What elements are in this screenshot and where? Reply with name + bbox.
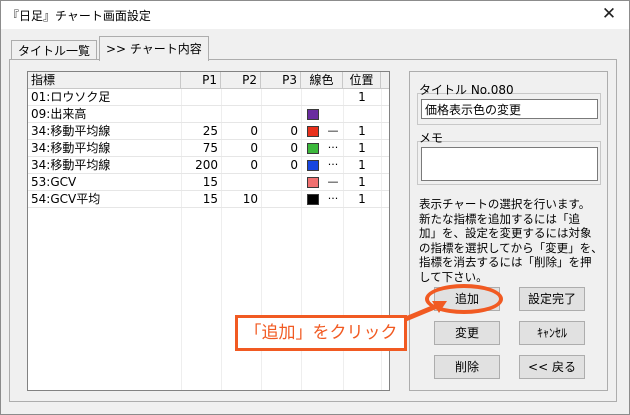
line-style: ··· bbox=[327, 141, 339, 154]
line-style: — bbox=[327, 175, 339, 188]
cell-pos: 1 bbox=[358, 192, 366, 206]
header-indicator[interactable]: 指標 bbox=[28, 72, 181, 89]
cell-p2: 0 bbox=[250, 124, 258, 138]
back-button[interactable]: << 戻る bbox=[519, 355, 585, 379]
list-row[interactable]: 34:移動平均線 75 0 0 1 ··· bbox=[28, 140, 389, 157]
cell-p1 bbox=[181, 106, 218, 123]
cell-p3: 0 bbox=[290, 158, 298, 172]
cell-name: 53:GCV bbox=[31, 175, 77, 189]
tab-chart-content[interactable]: >> チャート内容 bbox=[99, 36, 209, 61]
cell-name: 34:移動平均線 bbox=[31, 124, 111, 138]
cell-p3 bbox=[261, 191, 298, 208]
cell-p1 bbox=[181, 89, 218, 106]
header-position[interactable]: 位置 bbox=[343, 72, 381, 89]
cell-p2 bbox=[221, 106, 258, 123]
memo-label: メモ bbox=[419, 131, 444, 145]
cell-p2: 0 bbox=[250, 141, 258, 155]
tab-title-list[interactable]: タイトル一覧 bbox=[11, 40, 98, 59]
list-row[interactable]: 34:移動平均線 200 0 0 1 ··· bbox=[28, 157, 389, 174]
cell-pos: 1 bbox=[358, 124, 366, 138]
cell-name: 34:移動平均線 bbox=[31, 158, 111, 172]
cell-pos: 1 bbox=[358, 90, 366, 104]
cell-p1: 200 bbox=[195, 158, 218, 172]
list-row[interactable]: 53:GCV 15 1 — bbox=[28, 174, 389, 191]
cell-pos bbox=[343, 106, 381, 123]
annotation-callout: 「追加」をクリック bbox=[235, 315, 407, 351]
change-button[interactable]: 変更 bbox=[434, 321, 500, 345]
header-p1[interactable]: P1 bbox=[181, 72, 221, 89]
line-style: ··· bbox=[327, 158, 339, 171]
color-swatch bbox=[307, 177, 319, 188]
header-p2[interactable]: P2 bbox=[221, 72, 261, 89]
cell-p2 bbox=[221, 174, 258, 191]
list-row[interactable]: 34:移動平均線 25 0 0 1 — bbox=[28, 123, 389, 140]
list-row[interactable]: 54:GCV平均 15 10 1 ··· bbox=[28, 191, 389, 208]
color-swatch bbox=[307, 160, 319, 171]
line-style: ··· bbox=[327, 192, 339, 205]
color-swatch bbox=[307, 109, 319, 120]
cell-pos: 1 bbox=[358, 141, 366, 155]
cell-p1: 15 bbox=[202, 175, 218, 189]
color-swatch bbox=[307, 194, 319, 205]
cell-p3: 0 bbox=[290, 141, 298, 155]
list-row[interactable]: 01:ロウソク足 1 bbox=[28, 89, 389, 106]
cell-name: 09:出来高 bbox=[31, 107, 87, 121]
line-style: — bbox=[327, 124, 339, 137]
color-swatch bbox=[307, 143, 319, 154]
cell-p3: 0 bbox=[290, 124, 298, 138]
header-line-color[interactable]: 線色 bbox=[301, 72, 343, 89]
cell-p3 bbox=[261, 89, 298, 106]
cell-p3 bbox=[261, 174, 298, 191]
cell-p2: 0 bbox=[250, 158, 258, 172]
cell-pos: 1 bbox=[358, 158, 366, 172]
title-label: タイトル No.080 bbox=[419, 83, 514, 97]
memo-field[interactable] bbox=[421, 147, 598, 181]
cell-p2 bbox=[221, 89, 258, 106]
title-field[interactable]: 価格表示色の変更 bbox=[421, 99, 598, 119]
window-title: 『日足』チャート画面設定 bbox=[7, 9, 151, 23]
cell-p3 bbox=[261, 106, 298, 123]
cell-name: 34:移動平均線 bbox=[31, 141, 111, 155]
help-text: 表示チャートの選択を行います。 新たな指標を追加するには「追 加」を、設定を変更… bbox=[419, 197, 603, 284]
title-bar: 『日足』チャート画面設定 ✕ bbox=[1, 1, 629, 29]
cell-pos: 1 bbox=[358, 175, 366, 189]
close-icon[interactable]: ✕ bbox=[597, 4, 621, 26]
done-button[interactable]: 設定完了 bbox=[519, 287, 585, 311]
list-row[interactable]: 09:出来高 bbox=[28, 106, 389, 123]
cell-p1: 15 bbox=[202, 192, 218, 206]
cell-p1: 75 bbox=[202, 141, 218, 155]
highlight-ring bbox=[425, 284, 503, 314]
delete-button[interactable]: 削除 bbox=[434, 355, 500, 379]
cancel-button[interactable]: ｷｬﾝｾﾙ bbox=[519, 321, 585, 345]
cell-p1: 25 bbox=[202, 124, 218, 138]
list-header: 指標 P1 P2 P3 線色 位置 bbox=[28, 72, 389, 89]
color-swatch bbox=[307, 126, 319, 137]
header-p3[interactable]: P3 bbox=[261, 72, 301, 89]
cell-name: 01:ロウソク足 bbox=[31, 90, 111, 104]
cell-name: 54:GCV平均 bbox=[31, 192, 101, 206]
cell-p2: 10 bbox=[242, 192, 258, 206]
chart-settings-window: 『日足』チャート画面設定 ✕ タイトル一覧 >> チャート内容 指標 P1 P2… bbox=[0, 0, 630, 415]
